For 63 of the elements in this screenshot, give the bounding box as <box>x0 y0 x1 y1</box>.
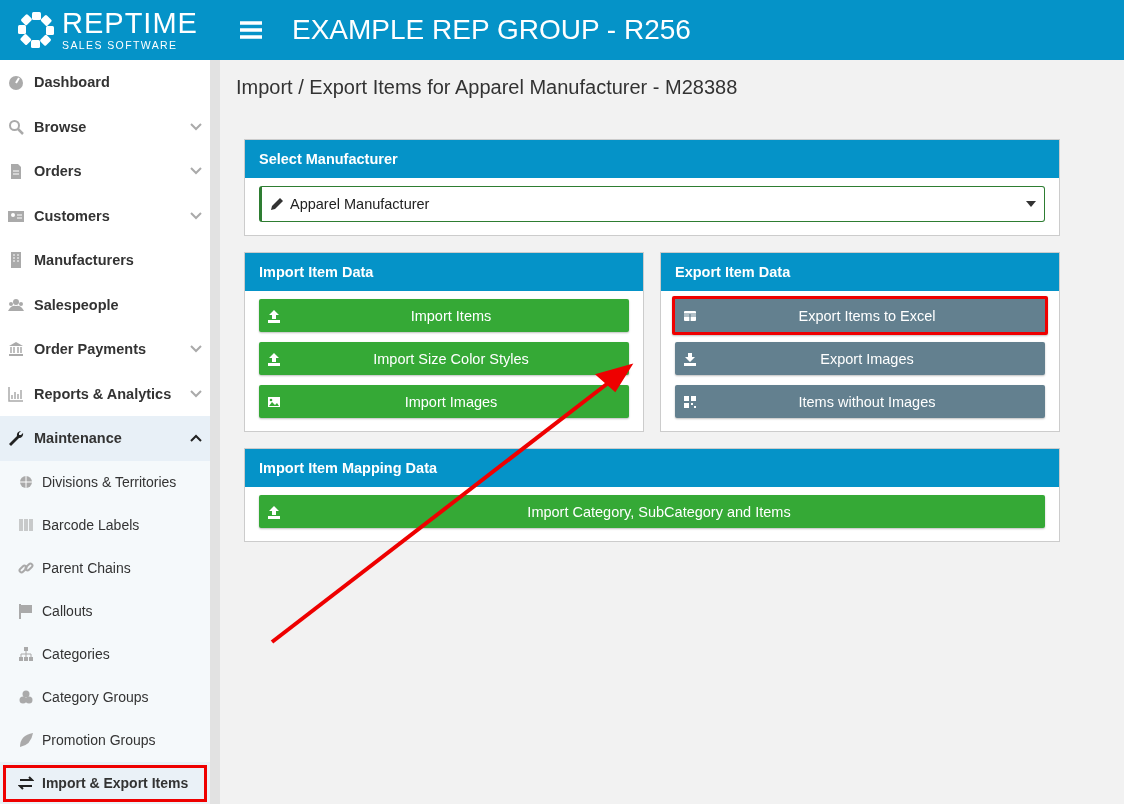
sidebar-item[interactable]: Order Payments <box>0 327 210 372</box>
chevron-icon <box>190 389 202 398</box>
logo-tagline: SALES SOFTWARE <box>62 40 179 51</box>
chevron-icon <box>190 345 202 354</box>
chevron-icon <box>190 122 202 131</box>
chevron-icon <box>190 211 202 220</box>
sidebar-icon <box>8 341 24 358</box>
upload-icon <box>267 504 281 519</box>
pencil-icon <box>270 197 284 211</box>
menu-icon[interactable] <box>240 21 262 39</box>
sidebar-icon <box>8 163 24 180</box>
sidebar-subitem[interactable]: Promotion Groups <box>0 718 210 762</box>
page-title: Import / Export Items for Apparel Manufacturer - M28388 <box>236 76 739 99</box>
grid-icon <box>683 394 697 409</box>
panel-header: Import Item Mapping Data <box>245 449 1059 487</box>
panel-header: Select Manufacturer <box>245 140 1059 178</box>
export-button[interactable]: Items without Images <box>675 385 1045 418</box>
panel-header: Export Item Data <box>661 253 1059 291</box>
sidebar-icon <box>8 430 24 447</box>
sidebar-item[interactable]: Maintenance <box>0 416 210 461</box>
sidebar-icon <box>18 689 34 705</box>
sidebar-icon <box>18 732 34 748</box>
sidebar-icon <box>8 252 24 269</box>
sidebar-icon <box>8 385 24 402</box>
upload-icon <box>267 351 281 366</box>
sidebar-item[interactable]: Browse <box>0 104 210 149</box>
export-button[interactable]: Export Items to Excel <box>672 296 1048 335</box>
sidebar-subitem[interactable]: Divisions & Territories <box>0 460 210 504</box>
sidebar-icon <box>8 118 24 135</box>
sidebar-item[interactable]: Reports & Analytics <box>0 371 210 416</box>
group-title: EXAMPLE REP GROUP - R256 <box>292 14 691 46</box>
panel-header: Import Item Data <box>245 253 643 291</box>
image-icon <box>267 394 281 409</box>
sidebar-icon <box>8 74 24 91</box>
export-button[interactable]: Export Images <box>675 342 1045 375</box>
dropdown-caret-icon <box>1026 201 1036 207</box>
sidebar-subitem[interactable]: Barcode Labels <box>0 503 210 547</box>
sidebar-subitem[interactable]: Parent Chains <box>0 546 210 590</box>
sidebar-item[interactable]: Manufacturers <box>0 238 210 283</box>
scrollbar-track[interactable] <box>210 60 220 804</box>
sidebar-icon <box>18 775 34 791</box>
sidebar-icon <box>18 603 34 619</box>
logo-name: REPTIME <box>62 9 198 39</box>
sidebar-item[interactable]: Salespeople <box>0 282 210 327</box>
download-icon <box>683 351 697 366</box>
sidebar-item[interactable]: Customers <box>0 193 210 238</box>
sidebar-item[interactable]: Orders <box>0 149 210 194</box>
table-icon <box>683 308 697 323</box>
chevron-icon <box>190 167 202 176</box>
sidebar-icon <box>18 474 34 490</box>
sidebar-icon <box>18 646 34 662</box>
sidebar-subitem[interactable]: Callouts <box>0 589 210 633</box>
sidebar-subitem[interactable]: Import & Export Items <box>0 761 210 804</box>
chevron-icon <box>190 434 202 443</box>
logo-icon <box>16 10 56 50</box>
sidebar-item[interactable]: Dashboard <box>0 60 210 105</box>
manufacturer-select[interactable]: Apparel Manufacturer <box>259 186 1045 222</box>
sidebar-icon <box>8 296 24 313</box>
upload-icon <box>267 308 281 323</box>
sidebar-icon <box>18 517 34 533</box>
sidebar-subitem[interactable]: Categories <box>0 632 210 676</box>
sidebar-icon <box>18 560 34 576</box>
sidebar-subitem[interactable]: Category Groups <box>0 675 210 719</box>
